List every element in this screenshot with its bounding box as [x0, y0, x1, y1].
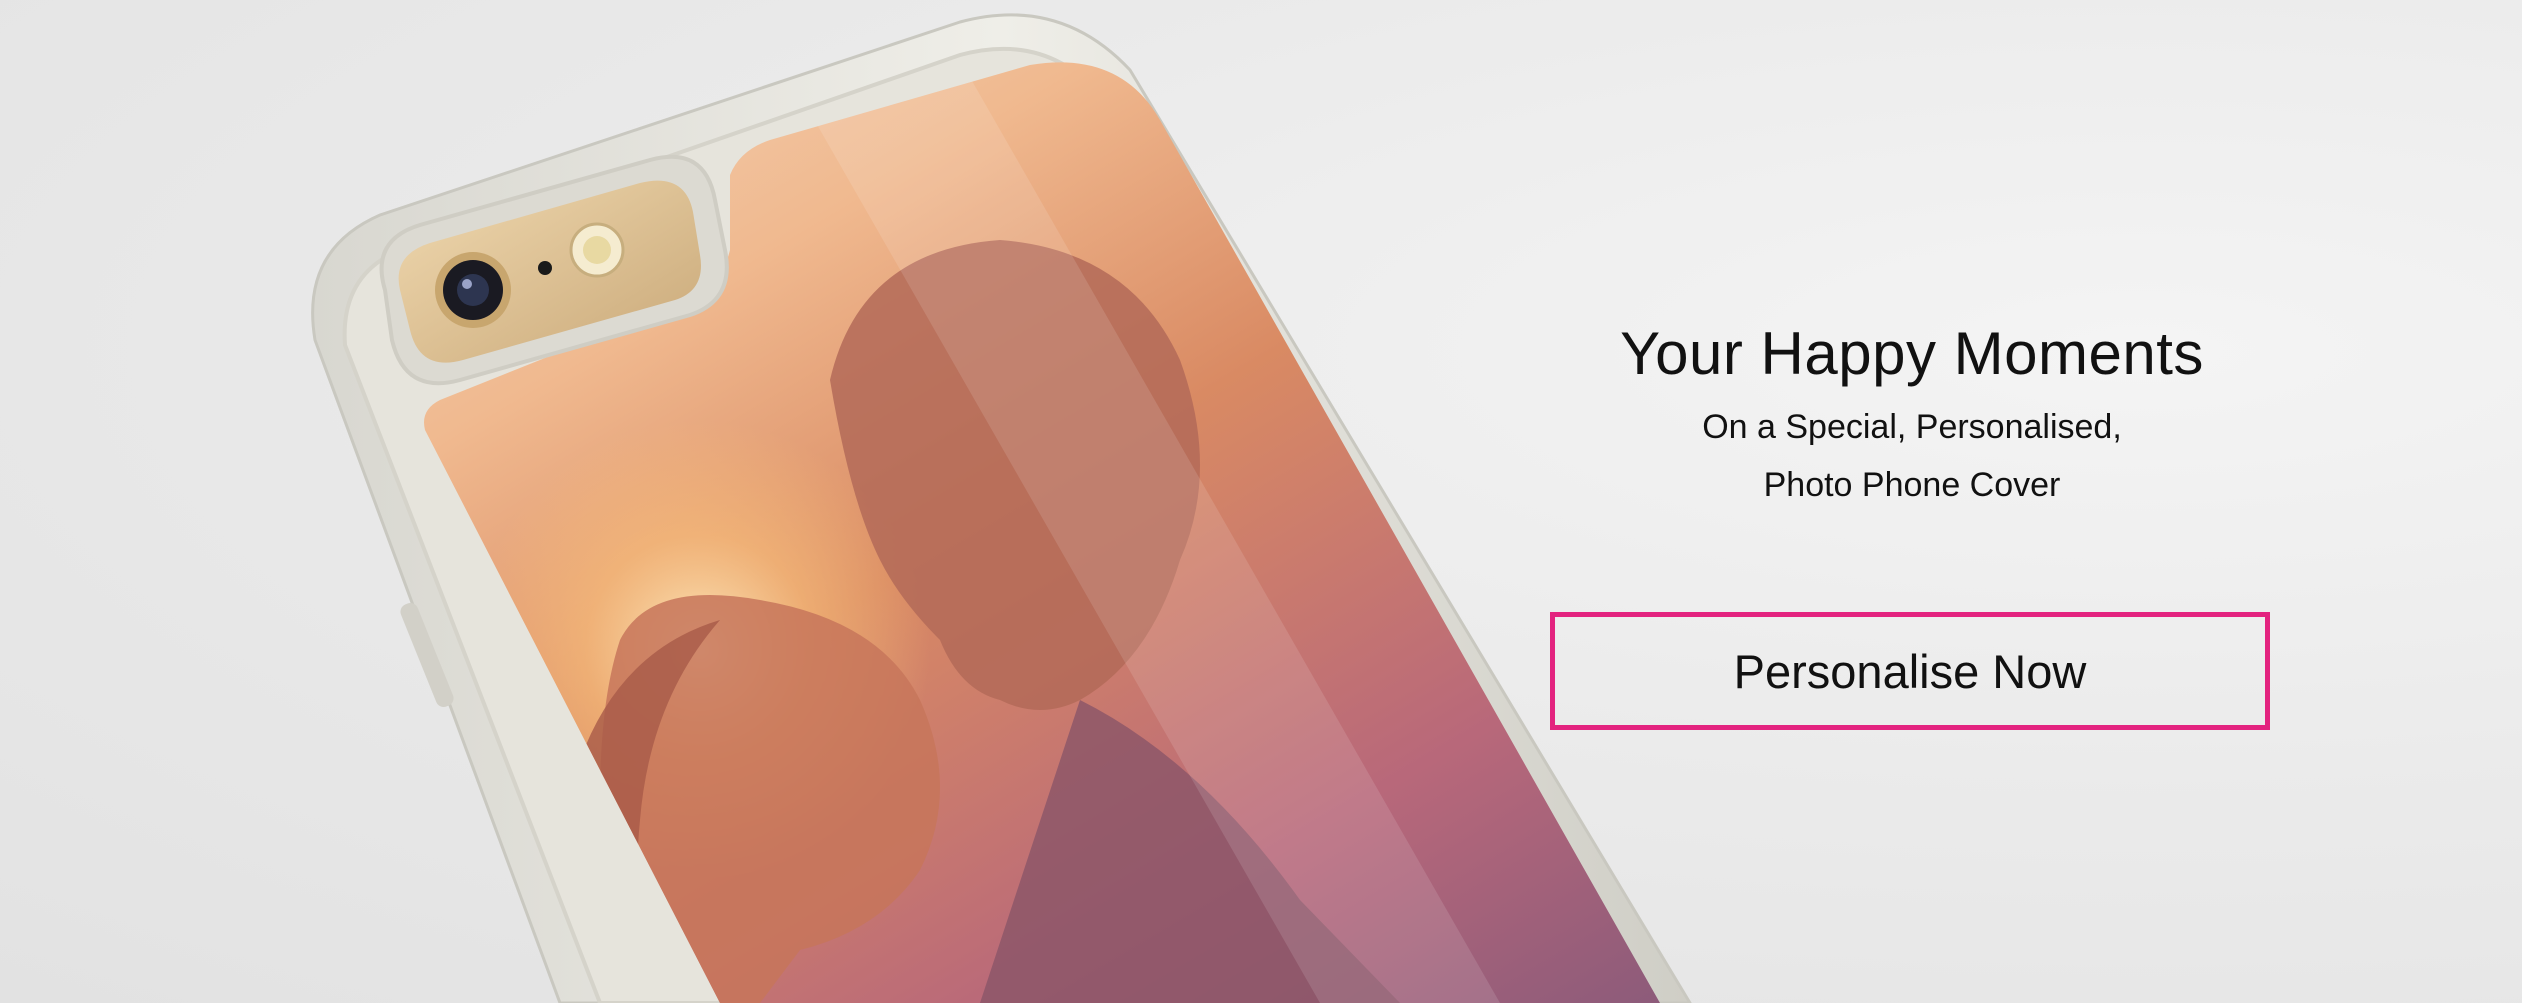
hero-banner: Your Happy Moments On a Special, Persona…	[0, 0, 2522, 1003]
flash-icon	[569, 222, 625, 278]
camera-lens-icon	[435, 252, 511, 328]
product-image	[0, 0, 1700, 1003]
headline: Your Happy Moments	[1620, 320, 2204, 387]
personalise-now-button[interactable]: Personalise Now	[1550, 612, 2270, 730]
promo-copy: Your Happy Moments On a Special, Persona…	[1512, 318, 2312, 514]
phone-photo	[424, 62, 1660, 1003]
subheadline-line-2: Photo Phone Cover	[1763, 466, 2061, 504]
microphone-icon	[538, 261, 552, 275]
subheadline-line-1: On a Special, Personalised,	[1702, 408, 2122, 446]
subheadline: On a Special, Personalised, Photo Phone …	[1512, 398, 2312, 514]
